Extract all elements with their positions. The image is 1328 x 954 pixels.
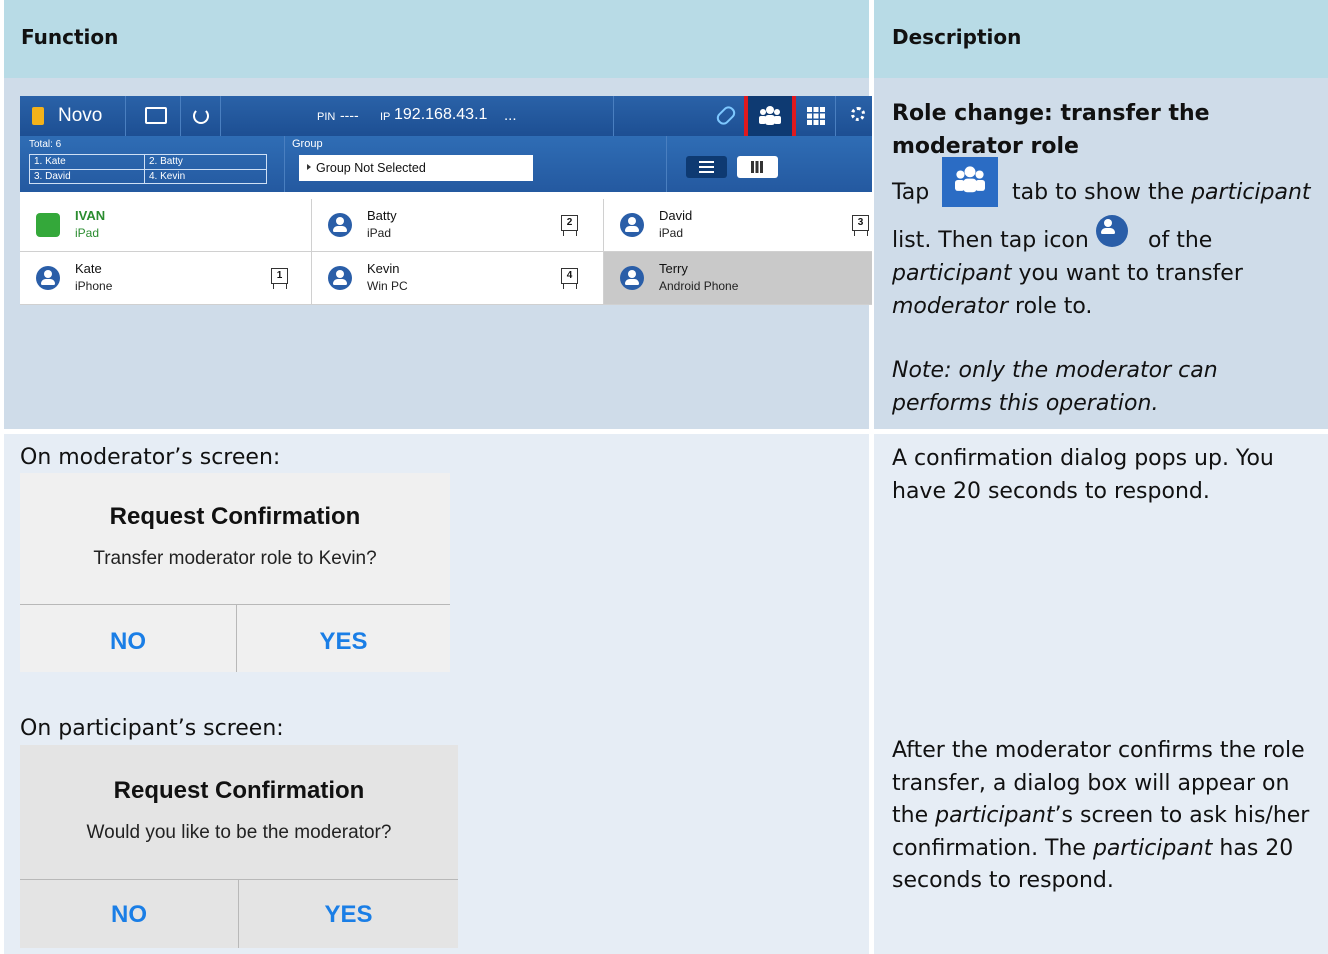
- description-header-label: Description: [892, 25, 1022, 49]
- participant-card[interactable]: Kevin Win PC 4: [312, 252, 604, 305]
- moderator-dialog: Request Confirmation Transfer moderator …: [20, 473, 450, 672]
- screen-icon[interactable]: 2: [559, 213, 579, 236]
- ip-value: 192.168.43.1: [394, 106, 488, 123]
- yes-button[interactable]: YES: [237, 628, 450, 656]
- refresh-icon[interactable]: [193, 108, 209, 124]
- triangle-right-icon: [307, 164, 311, 170]
- avatar-icon[interactable]: [620, 213, 644, 237]
- mini-list-item: 4. Kevin: [149, 171, 186, 182]
- yes-button[interactable]: YES: [239, 901, 458, 929]
- participant-device: Android Phone: [659, 279, 739, 293]
- grid-view-icon[interactable]: [737, 156, 778, 178]
- total-count: Total: 6: [29, 139, 62, 150]
- note: Note: only the moderator can performs th…: [892, 358, 1218, 416]
- mini-list-item: 1. Kate: [34, 156, 66, 167]
- participant-card[interactable]: Kate iPhone 1: [20, 252, 312, 305]
- header-function: Function: [4, 0, 869, 78]
- participant-card[interactable]: Terry Android Phone: [604, 252, 872, 305]
- participant-name: Batty: [367, 208, 397, 223]
- screen-icon[interactable]: 1: [269, 266, 289, 289]
- no-button[interactable]: NO: [20, 628, 236, 656]
- app-sub-bar: Total: 6 1. Kate 2. Batty 3. David 4. Ke…: [20, 136, 872, 192]
- mini-list: 1. Kate 2. Batty 3. David 4. Kevin: [29, 154, 267, 184]
- row2-desc-1: A confirmation dialog pops up. You have …: [892, 446, 1274, 504]
- participant-device: iPad: [367, 226, 392, 240]
- mini-list-item: 2. Batty: [149, 156, 183, 167]
- list-view-icon[interactable]: [686, 156, 727, 178]
- role-change-heading: Role change: transfer the moderator role: [892, 101, 1210, 159]
- participant-device: Win PC: [367, 279, 408, 293]
- group-select-value: Group Not Selected: [316, 161, 426, 175]
- dialog-title: Request Confirmation: [113, 777, 365, 804]
- dialog-title: Request Confirmation: [109, 503, 361, 530]
- group-select[interactable]: Group Not Selected: [299, 155, 533, 181]
- participant-name: IVAN: [75, 208, 106, 223]
- avatar-icon[interactable]: [36, 266, 60, 290]
- link-icon[interactable]: [714, 103, 738, 128]
- dialog-message: Transfer moderator role to Kevin?: [93, 548, 377, 569]
- mini-list-item: 3. David: [34, 171, 71, 182]
- participant-card[interactable]: Batty iPad 2: [312, 199, 604, 252]
- screen-icon[interactable]: 3: [850, 213, 870, 236]
- participant-name: Kevin: [367, 261, 400, 276]
- participant-card[interactable]: IVAN iPad: [20, 199, 312, 252]
- settings-icon[interactable]: [851, 107, 865, 121]
- participant-card[interactable]: David iPad 3: [604, 199, 872, 252]
- participant-name: Kate: [75, 261, 102, 276]
- participant-caption: On participant’s screen:: [20, 716, 284, 741]
- dialog-message: Would you like to be the moderator?: [86, 822, 392, 843]
- pin-label: PIN: [317, 111, 336, 123]
- avatar-icon[interactable]: [328, 213, 352, 237]
- moderator-caption: On moderator’s screen:: [20, 445, 281, 470]
- participant-device: iPhone: [75, 279, 113, 293]
- participants-tab-highlight[interactable]: [744, 96, 796, 140]
- grid-icon[interactable]: [807, 107, 825, 125]
- participant-device: iPad: [75, 226, 100, 240]
- avatar-icon[interactable]: [620, 266, 644, 290]
- participant-device: iPad: [659, 226, 684, 240]
- screen-icon[interactable]: 4: [559, 266, 579, 289]
- participant-dialog: Request Confirmation Would you like to b…: [20, 745, 458, 948]
- participant-name: David: [659, 208, 693, 223]
- novo-app-screenshot: Novo PIN ---- IP 192.168.43.1 ... Total:…: [20, 96, 872, 305]
- avatar-icon: [1096, 215, 1128, 247]
- avatar-icon[interactable]: [328, 266, 352, 290]
- no-button[interactable]: NO: [20, 901, 238, 929]
- list-line: list. Then tap icon of the: [892, 215, 1322, 258]
- ip-label: IP: [380, 111, 391, 123]
- participants-tab-icon: [942, 157, 998, 207]
- app-top-bar: Novo PIN ---- IP 192.168.43.1 ...: [20, 96, 872, 140]
- row1-description: Role change: transfer the moderator role…: [892, 97, 1322, 420]
- display-icon[interactable]: [145, 107, 167, 124]
- pin-value: ----: [340, 107, 359, 123]
- row2-desc-2: After the moderator confirms the role tr…: [892, 738, 1310, 893]
- group-label: Group: [292, 138, 323, 150]
- app-brand: Novo: [58, 105, 103, 126]
- header-description: Description: [874, 0, 1328, 78]
- function-header-label: Function: [21, 25, 119, 49]
- participant-name: Terry: [659, 261, 688, 276]
- participant-grid: IVAN iPad Batty iPad 2 David iPad 3 Kate…: [20, 199, 872, 305]
- moderator-avatar-icon: [36, 213, 60, 237]
- ellipsis: ...: [504, 107, 517, 124]
- participants-icon: [759, 106, 781, 125]
- novo-logo-icon: [32, 107, 44, 125]
